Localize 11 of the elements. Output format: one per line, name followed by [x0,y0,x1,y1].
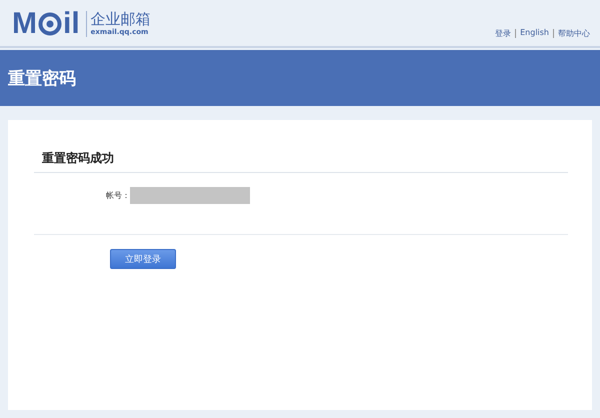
field-label: 帐号： [106,190,130,201]
header-link[interactable]: 帮助中心 [558,28,590,39]
page-title: 重置密码 [8,68,76,90]
logo-name: 企业邮箱 [90,11,151,28]
header-link[interactable]: 登录 [495,28,512,39]
section-heading: 重置密码成功 [41,150,115,167]
logo-letters: M [12,9,37,39]
header-link[interactable]: English [520,28,549,39]
logo-ring-icon [38,12,62,36]
login-button[interactable]: 立即登录 [110,249,176,269]
logo-letters: il [63,9,80,39]
